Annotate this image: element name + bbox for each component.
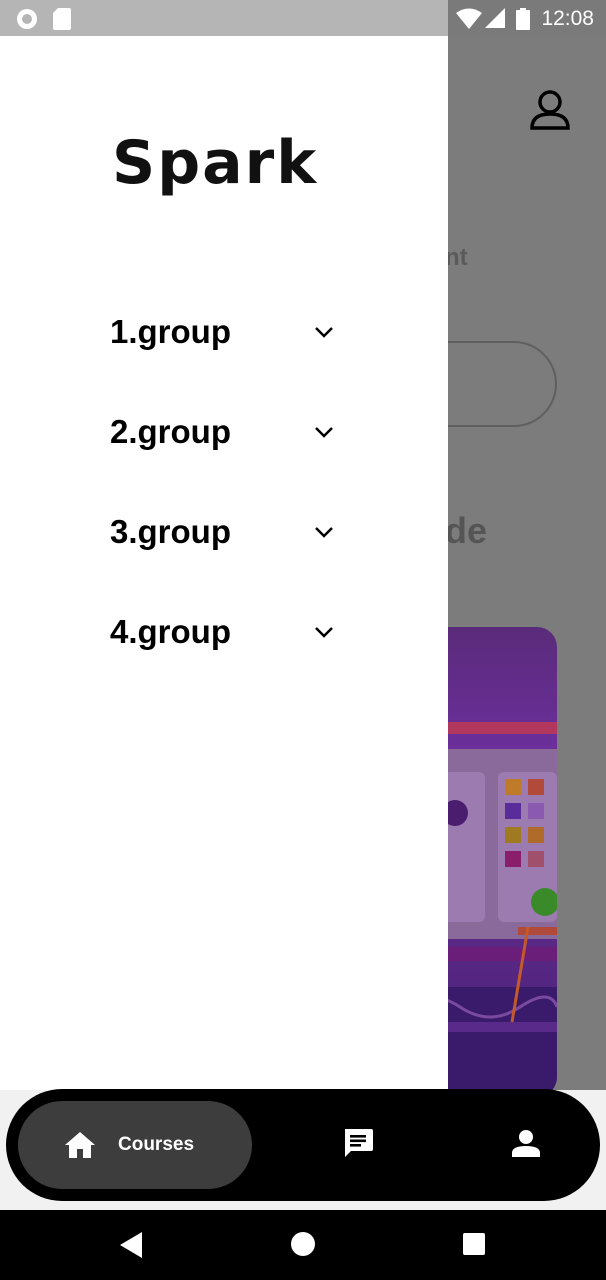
system-navigation-bar <box>0 1210 606 1280</box>
background-heading-fragment: de <box>445 510 488 551</box>
bottom-navigation: Courses <box>6 1089 600 1201</box>
group-label: 2.group <box>110 413 231 450</box>
sd-card-icon <box>53 8 71 30</box>
circle-icon <box>17 9 37 29</box>
chevron-down-icon[interactable] <box>313 621 335 643</box>
back-icon[interactable] <box>120 1232 144 1258</box>
drawer-group-2[interactable]: 2.group <box>110 402 335 462</box>
background-text-fragment: nt <box>445 244 468 271</box>
battery-icon <box>516 8 530 30</box>
drawer-group-3[interactable]: 3.group <box>110 502 335 562</box>
group-label: 1.group <box>110 313 231 350</box>
navigation-drawer: Spark 1.group 2.group 3.group 4.group <box>0 36 448 1090</box>
home-icon <box>65 1132 95 1158</box>
status-time: 12:08 <box>541 7 594 30</box>
home-circle-icon[interactable] <box>291 1232 315 1256</box>
nav-courses-label: Courses <box>118 1134 195 1155</box>
chat-icon[interactable] <box>342 1127 374 1159</box>
drawer-group-4[interactable]: 4.group <box>110 602 335 662</box>
signal-icon <box>485 8 505 28</box>
chevron-down-icon[interactable] <box>313 421 335 443</box>
chevron-down-icon[interactable] <box>313 321 335 343</box>
profile-icon[interactable] <box>512 1129 540 1157</box>
chevron-down-icon[interactable] <box>313 521 335 543</box>
recents-icon[interactable] <box>463 1233 485 1255</box>
drawer-group-1[interactable]: 1.group <box>110 302 335 362</box>
nav-courses-button[interactable]: Courses <box>18 1101 252 1189</box>
wifi-icon <box>456 8 482 29</box>
group-label: 3.group <box>110 513 231 550</box>
group-label: 4.group <box>110 613 231 650</box>
app-logo: Spark <box>112 128 319 198</box>
account-icon <box>530 90 570 130</box>
status-bar: 12:08 <box>0 0 606 36</box>
